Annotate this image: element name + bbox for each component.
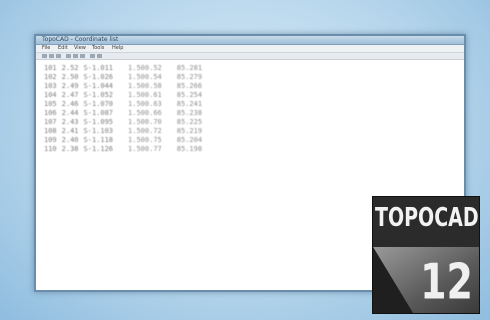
table-cell: 85.204 [176, 136, 203, 144]
cut-icon[interactable] [66, 54, 71, 58]
table-cell: 105 [44, 100, 57, 108]
table-cell: 2.52 [61, 64, 79, 72]
window-title: TopoCAD - Coordinate list [42, 36, 119, 43]
table-cell: 85.254 [176, 91, 203, 99]
table-cell: S-1.118 [83, 136, 114, 144]
table-cell: 1.500.66 [128, 109, 162, 117]
table-cell: 107 [44, 118, 57, 126]
table-cell: 2.43 [61, 118, 79, 126]
table-row[interactable]: 104 2.47 S-1.052 1.500.61 85.254 [44, 91, 207, 100]
table-cell: S-1.126 [83, 145, 114, 153]
table-cell: 85.281 [176, 64, 203, 72]
toolbar [36, 53, 464, 60]
table-row[interactable]: 106 2.44 S-1.087 1.500.66 85.238 [44, 109, 207, 118]
table-cell: 103 [44, 82, 57, 90]
table-cell: 2.47 [61, 91, 79, 99]
copy-icon[interactable] [73, 54, 78, 58]
table-cell: 2.38 [61, 145, 79, 153]
table-cell: 108 [44, 127, 57, 135]
menu-view[interactable]: View [74, 45, 86, 52]
table-row[interactable]: 109 2.40 S-1.118 1.500.75 85.204 [44, 136, 207, 145]
menu-bar: File Edit View Tools Help [36, 45, 464, 53]
table-cell: 85.225 [176, 118, 203, 126]
table-row[interactable]: 110 2.38 S-1.126 1.500.77 85.198 [44, 145, 207, 154]
table-row[interactable]: 105 2.46 S-1.070 1.500.63 85.241 [44, 100, 207, 109]
menu-tools[interactable]: Tools [92, 45, 104, 52]
paste-icon[interactable] [80, 54, 85, 58]
table-cell: 85.198 [176, 145, 203, 153]
table-cell: S-1.095 [83, 118, 114, 126]
table-cell: 85.279 [176, 73, 203, 81]
table-cell: S-1.011 [83, 64, 114, 72]
table-cell: 2.50 [61, 73, 79, 81]
table-cell: 109 [44, 136, 57, 144]
table-cell: 2.41 [61, 127, 79, 135]
table-row[interactable]: 107 2.43 S-1.095 1.500.70 85.225 [44, 118, 207, 127]
menu-file[interactable]: File [42, 45, 50, 52]
coordinate-table: 101 2.52 S-1.011 1.500.52 85.281 102 2.50 S-1.0… [44, 64, 207, 154]
table-cell: 1.500.58 [128, 82, 162, 90]
table-cell: 1.500.75 [128, 136, 162, 144]
table-cell: 85.219 [176, 127, 203, 135]
badge-version: 12 [420, 253, 473, 311]
table-cell: 1.500.70 [128, 118, 162, 126]
new-icon[interactable] [42, 54, 47, 58]
table-row[interactable]: 102 2.50 S-1.026 1.500.54 85.279 [44, 73, 207, 82]
save-icon[interactable] [56, 54, 61, 58]
print-icon[interactable] [90, 54, 95, 58]
table-cell: 106 [44, 109, 57, 117]
badge-title: TOPOCAD [375, 203, 479, 233]
table-row[interactable]: 101 2.52 S-1.011 1.500.52 85.281 [44, 64, 207, 73]
table-cell: S-1.044 [83, 82, 114, 90]
table-cell: 1.500.72 [128, 127, 162, 135]
open-icon[interactable] [49, 54, 54, 58]
table-cell: 1.500.61 [128, 91, 162, 99]
table-cell: S-1.070 [83, 100, 114, 108]
table-cell: 2.46 [61, 100, 79, 108]
table-cell: 1.500.77 [128, 145, 162, 153]
table-cell: S-1.087 [83, 109, 114, 117]
table-row[interactable]: 103 2.49 S-1.044 1.500.58 85.266 [44, 82, 207, 91]
table-row[interactable]: 108 2.41 S-1.103 1.500.72 85.219 [44, 127, 207, 136]
table-cell: 1.500.54 [128, 73, 162, 81]
table-cell: 2.44 [61, 109, 79, 117]
zoom-icon[interactable] [97, 54, 102, 58]
table-cell: 85.241 [176, 100, 203, 108]
title-bar[interactable]: TopoCAD - Coordinate list [36, 36, 464, 45]
table-cell: 1.500.52 [128, 64, 162, 72]
table-cell: 104 [44, 91, 57, 99]
table-cell: 85.266 [176, 82, 203, 90]
table-cell: 1.500.63 [128, 100, 162, 108]
product-badge: TOPOCAD 12 [372, 196, 480, 314]
table-cell: 102 [44, 73, 57, 81]
table-cell: S-1.052 [83, 91, 114, 99]
menu-edit[interactable]: Edit [58, 45, 68, 52]
table-cell: 101 [44, 64, 57, 72]
table-cell: 2.49 [61, 82, 79, 90]
table-cell: 2.40 [61, 136, 79, 144]
menu-help[interactable]: Help [112, 45, 123, 52]
table-cell: S-1.103 [83, 127, 114, 135]
table-cell: S-1.026 [83, 73, 114, 81]
table-cell: 85.238 [176, 109, 203, 117]
table-cell: 110 [44, 145, 57, 153]
